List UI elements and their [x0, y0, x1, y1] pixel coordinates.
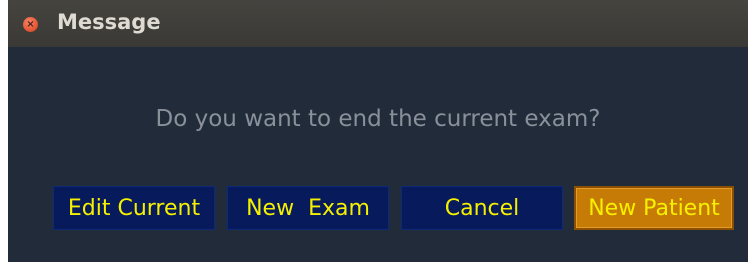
dialog-message: Do you want to end the current exam? [155, 106, 601, 132]
title-bar: × Message [8, 0, 748, 47]
edit-current-button[interactable]: Edit Current [53, 186, 215, 230]
new-patient-button[interactable]: New Patient [574, 186, 734, 230]
message-dialog: × Message Do you want to end the current… [8, 0, 748, 262]
window-title: Message [57, 10, 161, 34]
cancel-button[interactable]: Cancel [401, 186, 563, 230]
close-icon[interactable]: × [23, 17, 38, 32]
new-exam-button[interactable]: New Exam [227, 186, 389, 230]
